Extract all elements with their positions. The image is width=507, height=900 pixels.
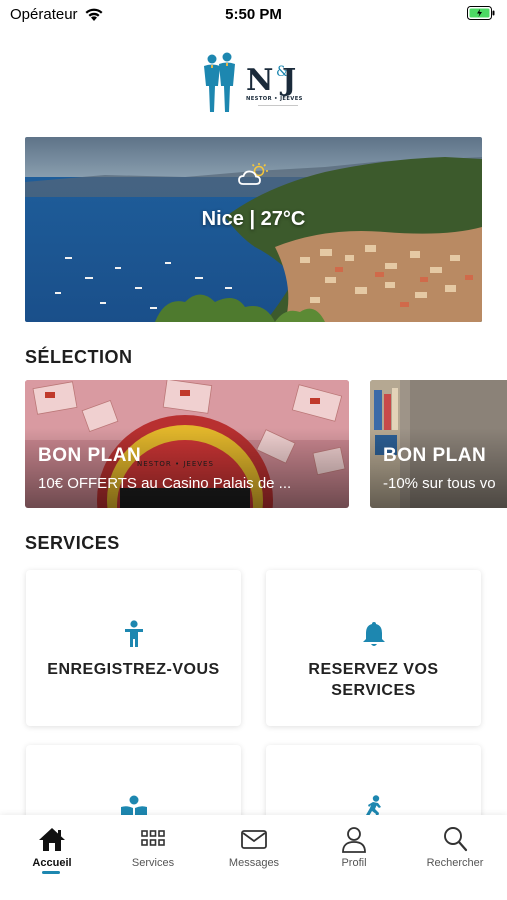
tab-label: Rechercher bbox=[426, 857, 484, 869]
bell-icon bbox=[266, 620, 481, 653]
service-tile-register[interactable]: ENREGISTREZ-VOUS bbox=[26, 570, 241, 726]
tab-messages[interactable]: Messages bbox=[209, 825, 299, 869]
user-icon bbox=[342, 827, 366, 853]
brand-logo: N & J NESTOR • JEEVES bbox=[198, 50, 310, 116]
tab-label: Profil bbox=[341, 857, 367, 869]
person-icon bbox=[26, 620, 241, 653]
card-subtitle: -10% sur tous vo bbox=[383, 475, 496, 492]
partly-cloudy-icon bbox=[237, 163, 268, 185]
tab-home[interactable]: Accueil bbox=[7, 825, 97, 869]
tab-search[interactable]: Rechercher bbox=[410, 825, 500, 869]
tab-services[interactable]: Services bbox=[108, 825, 198, 869]
selection-card[interactable]: NESTOR • JEEVES BON PLAN 10€ OFFERTS au … bbox=[25, 380, 349, 508]
logo-monogram-j: J bbox=[279, 63, 296, 98]
status-time: 5:50 PM bbox=[225, 6, 282, 23]
status-bar: Opérateur 5:50 PM bbox=[0, 0, 507, 30]
tab-label: Messages bbox=[228, 857, 280, 869]
section-title-services: SERVICES bbox=[25, 533, 120, 553]
weather-display: Nice | 27°C bbox=[25, 162, 482, 231]
service-tile-label: ENREGISTREZ-VOUS bbox=[47, 661, 220, 678]
logo-wordmark: NESTOR • JEEVES bbox=[246, 96, 303, 102]
card-subtitle: 10€ OFFERTS au Casino Palais de ... bbox=[38, 475, 292, 492]
service-tile-label: RESERVEZ VOS SERVICES bbox=[308, 661, 439, 699]
section-title-selection: SÉLECTION bbox=[25, 347, 133, 367]
weather-hero[interactable]: Nice | 27°C bbox=[25, 137, 482, 322]
card-overlay bbox=[370, 428, 507, 508]
tab-label: Accueil bbox=[32, 857, 72, 869]
card-title: BON PLAN bbox=[38, 445, 142, 466]
tab-label: Services bbox=[131, 857, 175, 869]
card-title: BON PLAN bbox=[383, 445, 487, 466]
service-tile-book[interactable]: RESERVEZ VOS SERVICES bbox=[266, 570, 481, 726]
battery-icon bbox=[467, 6, 495, 24]
active-tab-indicator bbox=[42, 871, 60, 874]
weather-text: Nice | 27°C bbox=[201, 208, 306, 230]
envelope-icon bbox=[241, 830, 267, 849]
logo-monogram-n: N bbox=[246, 63, 273, 98]
tab-profile[interactable]: Profil bbox=[309, 825, 399, 869]
tab-bar: Accueil Services Messages Profil Recherc… bbox=[0, 815, 507, 900]
home-icon bbox=[39, 828, 65, 851]
card-overlay bbox=[25, 428, 349, 508]
grid-icon bbox=[141, 830, 165, 846]
selection-card[interactable]: BON PLAN -10% sur tous vo bbox=[370, 380, 507, 508]
search-icon bbox=[444, 827, 468, 852]
